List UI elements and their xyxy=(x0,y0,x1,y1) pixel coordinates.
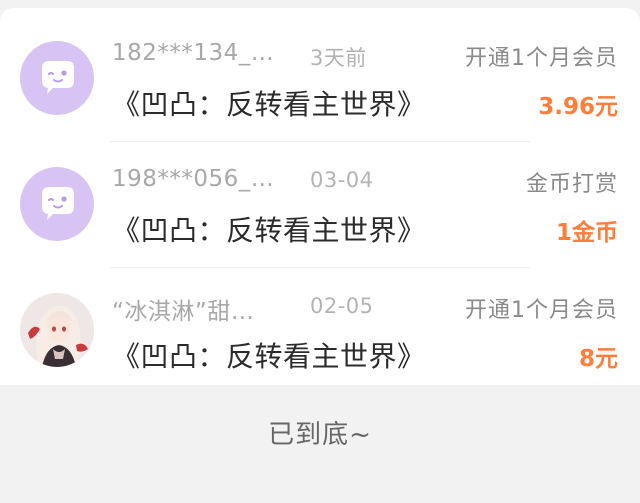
amount: 3.96元 xyxy=(538,94,618,120)
chat-bubble-icon xyxy=(42,187,74,220)
timestamp: 02-05 xyxy=(310,294,374,318)
list-item[interactable]: “冰淇淋”甜… 02-05 开通1个月会员 《凹凸：反转看主世界》 8元 xyxy=(0,270,640,394)
avatar[interactable] xyxy=(20,293,94,367)
divider xyxy=(110,141,530,142)
list-item[interactable]: 198***056_… 03-04 金币打赏 《凹凸：反转看主世界》 1金币 xyxy=(0,144,640,268)
user-name: 182***134_… xyxy=(112,40,275,66)
action-label: 开通1个月会员 xyxy=(465,46,618,71)
action-label: 金币打赏 xyxy=(525,172,618,197)
book-title[interactable]: 《凹凸：反转看主世界》 xyxy=(112,335,426,375)
user-name: 198***056_… xyxy=(112,166,275,192)
timestamp: 3天前 xyxy=(310,46,367,70)
list-item[interactable]: 182***134_… 3天前 开通1个月会员 《凹凸：反转看主世界》 3.96… xyxy=(0,18,640,142)
anime-girl-avatar-icon xyxy=(20,293,94,367)
timestamp: 03-04 xyxy=(310,168,374,192)
book-title[interactable]: 《凹凸：反转看主世界》 xyxy=(112,83,426,123)
avatar[interactable] xyxy=(20,41,94,115)
amount: 8元 xyxy=(578,346,618,372)
action-label: 开通1个月会员 xyxy=(465,298,618,323)
user-name: “冰淇淋”甜… xyxy=(112,299,255,325)
book-title[interactable]: 《凹凸：反转看主世界》 xyxy=(112,209,426,249)
amount: 1金币 xyxy=(555,220,618,246)
screen: 182***134_… 3天前 开通1个月会员 《凹凸：反转看主世界》 3.96… xyxy=(0,0,640,503)
records-card: 182***134_… 3天前 开通1个月会员 《凹凸：反转看主世界》 3.96… xyxy=(0,8,640,385)
divider xyxy=(110,267,530,268)
end-of-list-text: 已到底~ xyxy=(268,420,372,450)
chat-bubble-icon xyxy=(42,61,74,94)
avatar[interactable] xyxy=(20,167,94,241)
